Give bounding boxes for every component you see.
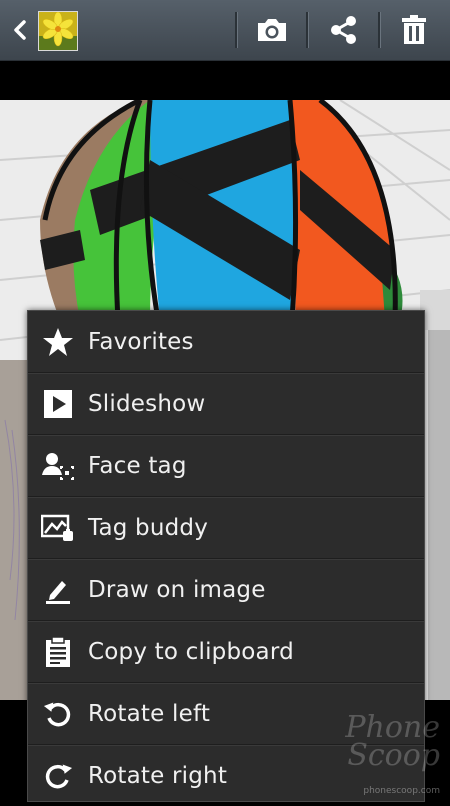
watermark-line2: Scoop — [347, 738, 440, 773]
tag-buddy-icon — [41, 514, 73, 541]
watermark-logo: Phone Scoop — [345, 713, 440, 773]
menu-item-favorites[interactable]: Favorites — [28, 311, 424, 373]
trash-icon — [402, 15, 426, 44]
star-icon — [43, 327, 73, 356]
menu-item-label: Favorites — [88, 328, 194, 355]
camera-button[interactable] — [243, 10, 301, 50]
pencil-icon — [46, 580, 70, 604]
menu-item-label: Tag buddy — [88, 514, 209, 541]
action-bar — [0, 0, 450, 61]
toolbar-divider — [306, 12, 309, 48]
share-icon — [331, 16, 356, 44]
menu-item-draw-on-image[interactable]: Draw on image — [28, 559, 424, 621]
menu-item-label: Rotate right — [88, 762, 228, 789]
menu-item-tag-buddy[interactable]: Tag buddy — [28, 497, 424, 559]
toolbar-divider — [235, 12, 238, 48]
yellow-flower-thumbnail — [39, 12, 77, 50]
back-button[interactable] — [6, 12, 34, 48]
menu-item-label: Slideshow — [88, 390, 206, 417]
menu-item-label: Face tag — [88, 452, 187, 479]
face-tag-icon — [42, 452, 74, 480]
menu-item-label: Draw on image — [88, 576, 266, 603]
menu-item-face-tag[interactable]: Face tag — [28, 435, 424, 497]
camera-icon — [258, 19, 286, 41]
watermark-url: phonescoop.com — [363, 786, 440, 796]
album-thumbnail[interactable] — [38, 11, 78, 51]
delete-button[interactable] — [385, 10, 443, 50]
rotate-left-icon — [43, 702, 71, 726]
toolbar-divider — [378, 12, 381, 48]
rotate-right-icon — [45, 764, 73, 788]
clipboard-icon — [46, 635, 70, 667]
status-gap — [0, 61, 450, 100]
chevron-left-icon — [14, 20, 26, 40]
menu-item-copy-to-clipboard[interactable]: Copy to clipboard — [28, 621, 424, 683]
menu-item-slideshow[interactable]: Slideshow — [28, 373, 424, 435]
menu-item-label: Copy to clipboard — [88, 638, 294, 665]
share-button[interactable] — [314, 10, 372, 50]
menu-item-label: Rotate left — [88, 700, 211, 727]
play-icon — [44, 389, 72, 418]
